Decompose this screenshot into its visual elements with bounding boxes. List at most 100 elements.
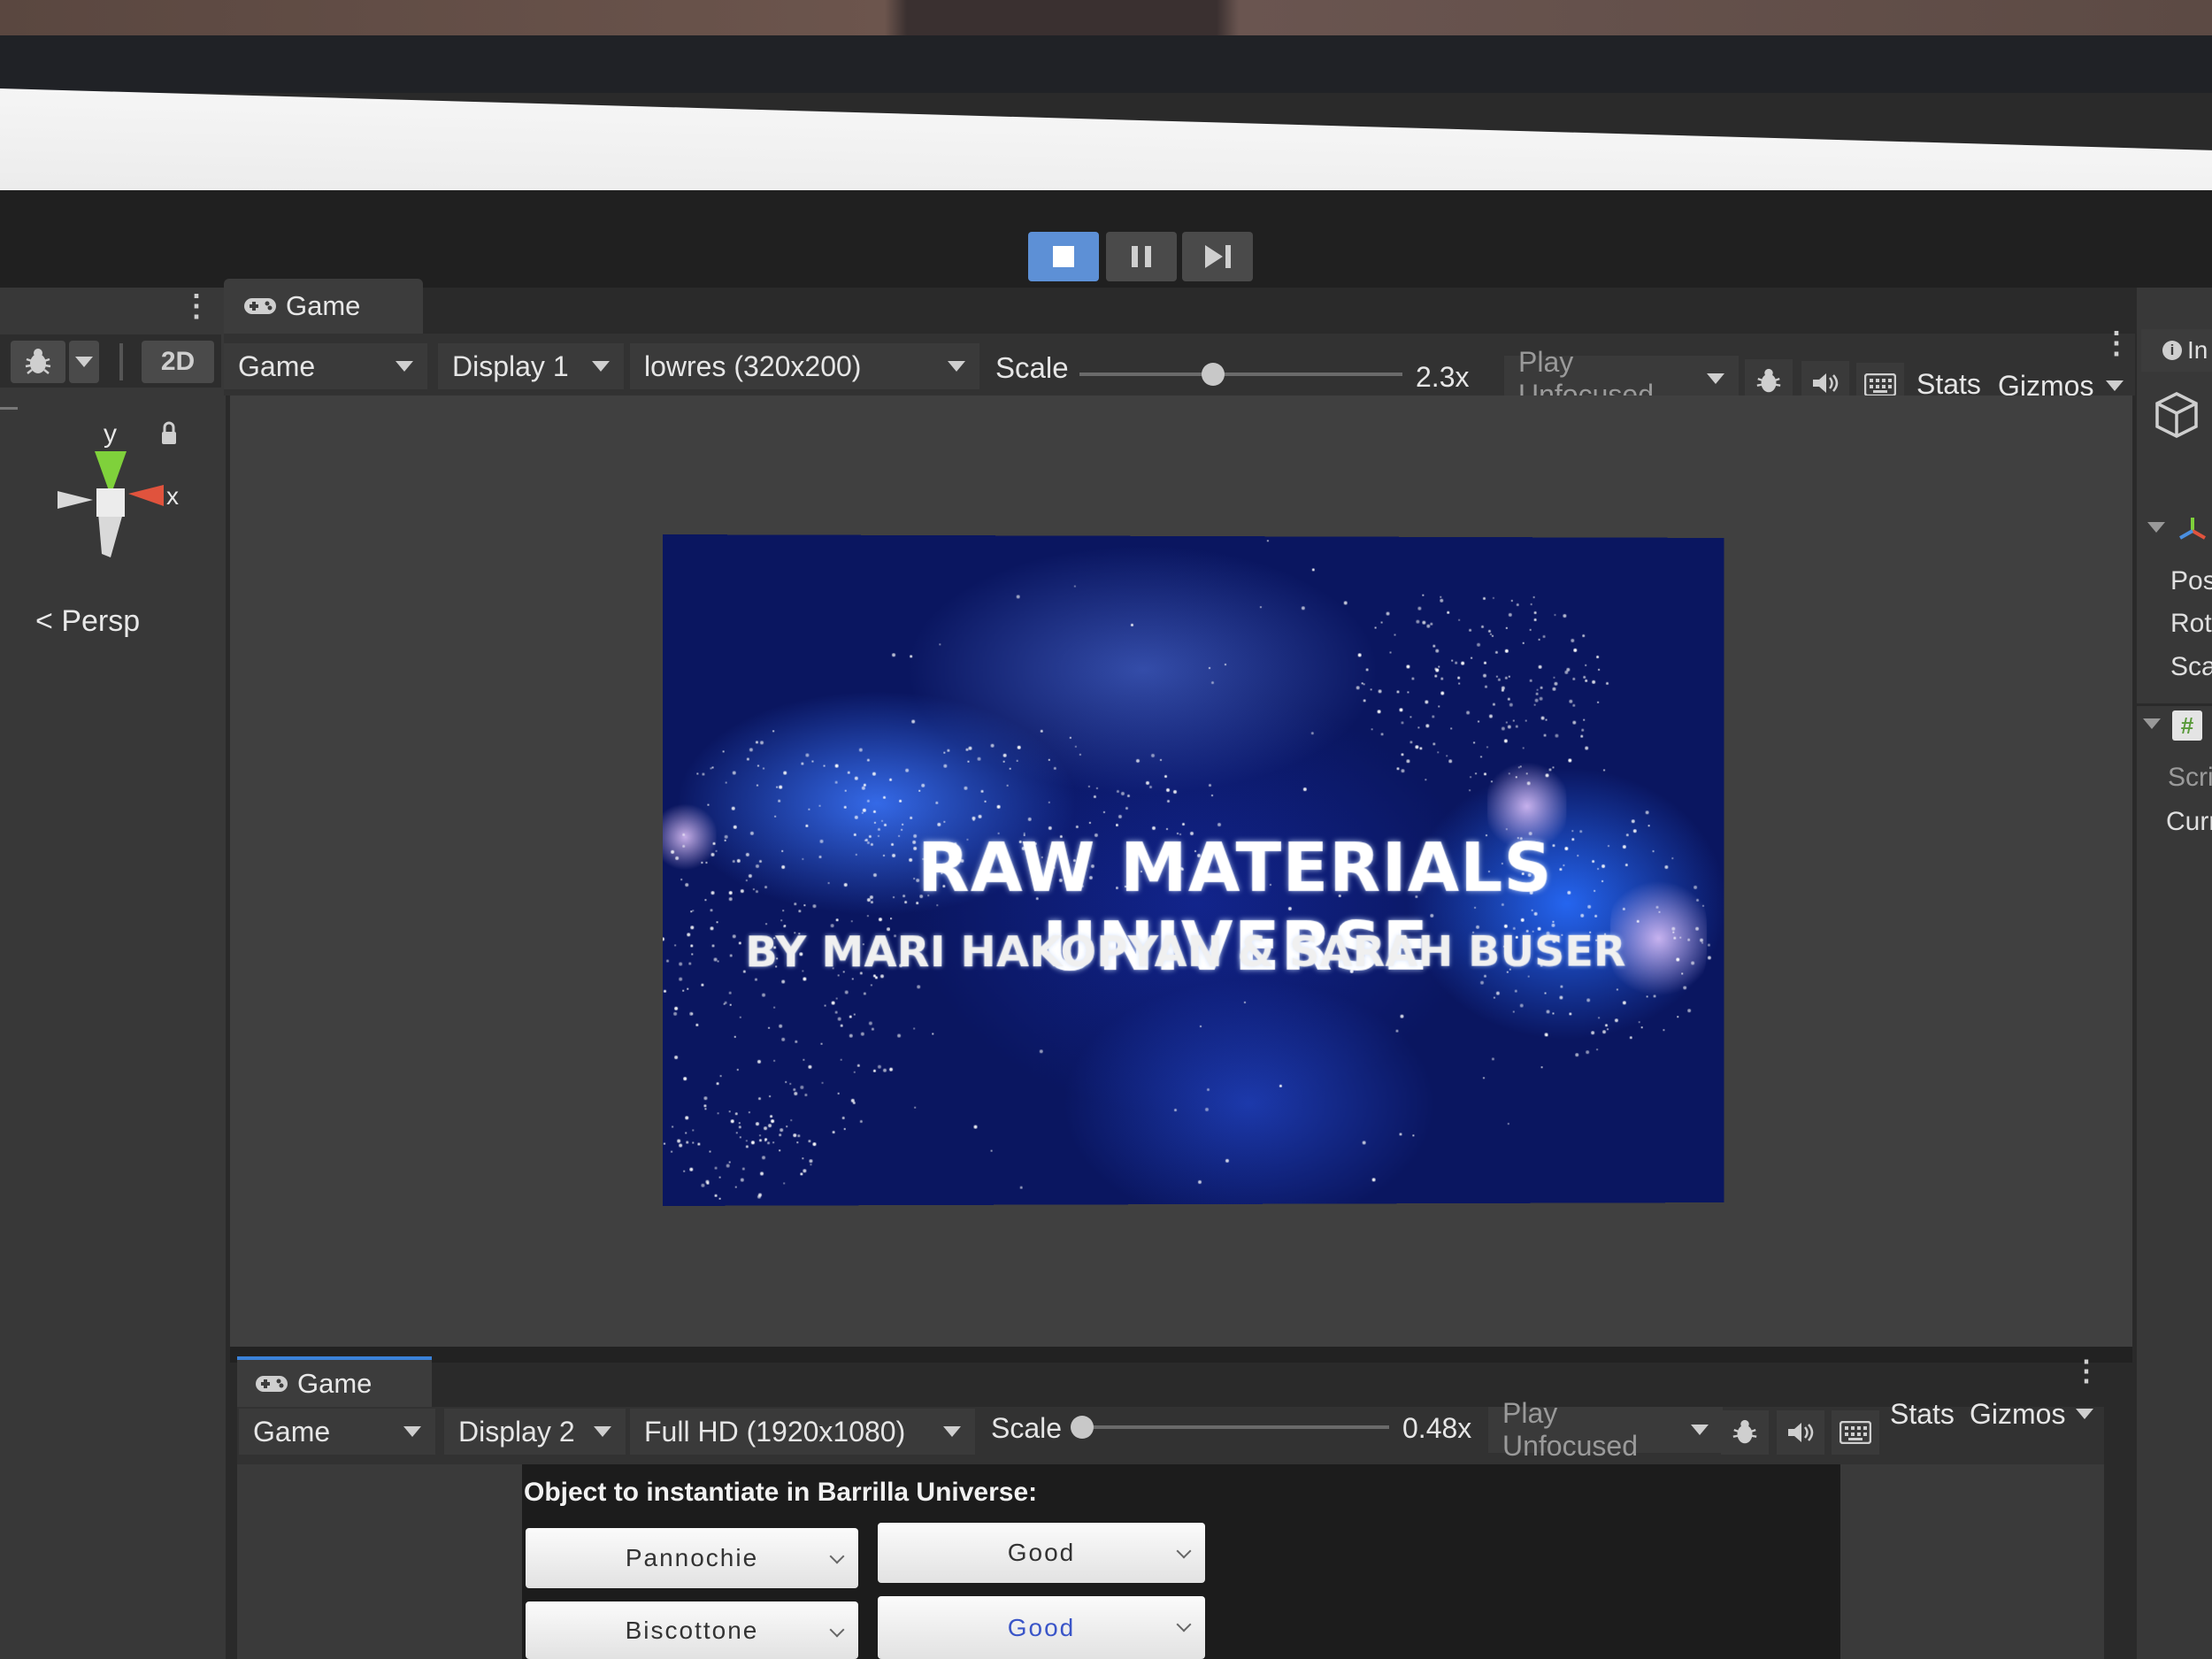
perspective-toggle[interactable]: < Persp — [35, 604, 140, 639]
keyboard-shortcuts-button-2[interactable] — [1832, 1410, 1879, 1455]
star-particle — [792, 1088, 795, 1092]
scale-slider-handle-2[interactable] — [1071, 1416, 1094, 1439]
star-particle — [1586, 997, 1591, 1002]
star-particle — [840, 1024, 843, 1027]
star-particle — [818, 804, 821, 808]
view-type-dropdown-2[interactable]: Game — [239, 1409, 435, 1455]
scale-slider-2[interactable] — [1075, 1425, 1389, 1429]
star-particle — [883, 795, 887, 799]
star-particle — [853, 1013, 856, 1016]
star-particle — [810, 1164, 812, 1166]
star-particle — [1504, 676, 1508, 680]
star-particle — [1483, 674, 1487, 679]
gizmos-button-2[interactable]: Gizmos — [1970, 1398, 2065, 1431]
star-particle — [831, 1001, 835, 1005]
star-particle — [1173, 1109, 1177, 1112]
star-particle — [1208, 784, 1211, 787]
gizmo-neg-z-axis[interactable] — [98, 513, 123, 557]
tab-inspector[interactable]: i In — [2141, 329, 2212, 372]
star-particle — [1536, 689, 1539, 692]
star-particle — [1508, 675, 1510, 678]
object-dropdown-2[interactable]: Biscottone — [526, 1601, 858, 1659]
gizmo-neg-x-axis[interactable] — [58, 491, 93, 509]
star-particle — [1585, 746, 1589, 750]
chevron-down-icon — [592, 361, 610, 372]
view-type-dropdown[interactable]: Game — [224, 343, 427, 389]
game-render[interactable]: RAW MATERIALS UNIVERSE BY MARI HAKOPYAN … — [662, 534, 1724, 1206]
star-particle — [889, 1068, 894, 1072]
scale-slider-handle[interactable] — [1202, 363, 1225, 386]
star-particle — [696, 772, 699, 775]
resolution-dropdown[interactable]: lowres (320x200) — [630, 343, 979, 389]
panel-menu-icon[interactable]: ⋮ — [181, 290, 211, 326]
inspector-field-rotation: Rot — [2170, 609, 2212, 638]
transform-icon — [2179, 518, 2206, 540]
star-particle — [1148, 785, 1152, 788]
tab-game-2[interactable]: Game — [237, 1356, 432, 1408]
star-particle — [1638, 1021, 1640, 1024]
star-particle — [1584, 679, 1587, 682]
gizmo-center-cube[interactable] — [96, 488, 125, 517]
star-particle — [1199, 1025, 1202, 1027]
star-particle — [1419, 747, 1423, 750]
debug-bug-button[interactable] — [11, 341, 65, 383]
star-particle — [1079, 754, 1081, 757]
star-particle — [801, 762, 804, 765]
panel-menu-icon[interactable]: ⋮ — [2072, 1354, 2101, 1387]
star-particle — [878, 1064, 882, 1069]
star-particle — [682, 989, 685, 992]
scale-slider[interactable] — [1079, 373, 1402, 376]
star-particle — [834, 764, 839, 768]
star-particle — [672, 1125, 674, 1127]
star-particle — [935, 802, 939, 805]
display-dropdown[interactable]: Display 1 — [438, 343, 624, 389]
mute-audio-button-2[interactable] — [1777, 1410, 1824, 1455]
step-button[interactable] — [1182, 232, 1253, 281]
tab-game[interactable]: Game — [224, 279, 423, 334]
star-particle — [1136, 758, 1141, 763]
gizmo-x-axis[interactable] — [128, 485, 164, 506]
star-particle — [1598, 668, 1601, 671]
star-particle — [735, 1131, 739, 1133]
star-particle — [1217, 822, 1221, 826]
chevron-down-icon — [943, 1426, 961, 1437]
star-particle — [733, 1035, 736, 1038]
play-button[interactable] — [1028, 232, 1099, 281]
star-particle — [985, 800, 987, 803]
play-mode-dropdown-2[interactable]: Play Unfocused — [1488, 1397, 1723, 1462]
star-particle — [1363, 1141, 1367, 1145]
foldout-toggle-icon[interactable] — [2143, 718, 2161, 729]
foldout-toggle-icon[interactable] — [2147, 522, 2165, 533]
panel-resize-handle[interactable] — [0, 407, 18, 410]
debug-dropdown-button[interactable] — [69, 341, 99, 383]
toggle-2d-button[interactable]: 2D — [142, 341, 214, 383]
lock-icon[interactable] — [162, 432, 176, 444]
display-value: Display 1 — [452, 349, 569, 382]
star-particle — [779, 1149, 781, 1152]
pause-button[interactable] — [1106, 232, 1177, 281]
quality-dropdown-1[interactable]: Good — [878, 1523, 1205, 1583]
display-dropdown-2[interactable]: Display 2 — [444, 1409, 626, 1455]
star-particle — [1571, 638, 1575, 642]
star-particle — [1432, 741, 1436, 745]
resolution-dropdown-2[interactable]: Full HD (1920x1080) — [630, 1409, 975, 1455]
star-particle — [714, 1166, 718, 1170]
object-dropdown-1[interactable]: Pannochie — [526, 1528, 858, 1588]
star-particle — [947, 749, 950, 752]
gizmos-dropdown-2[interactable] — [2076, 1409, 2093, 1419]
orientation-gizmo[interactable]: y x — [22, 416, 199, 593]
panel-separator[interactable] — [230, 1347, 2132, 1363]
frame-debugger-button-2[interactable] — [1721, 1410, 1769, 1455]
chevron-down-icon — [2106, 380, 2124, 391]
star-particle — [1425, 779, 1427, 781]
gizmos-dropdown[interactable] — [2106, 380, 2124, 391]
stats-button-2[interactable]: Stats — [1890, 1398, 1955, 1431]
panel-menu-icon[interactable]: ⋮ — [2101, 326, 2131, 361]
star-particle — [1647, 825, 1650, 827]
star-particle — [980, 789, 984, 793]
star-particle — [1677, 1016, 1679, 1018]
star-particle — [918, 789, 920, 792]
star-particle — [1538, 639, 1540, 641]
star-particle — [1663, 1029, 1665, 1032]
quality-dropdown-2[interactable]: Good — [878, 1596, 1205, 1659]
